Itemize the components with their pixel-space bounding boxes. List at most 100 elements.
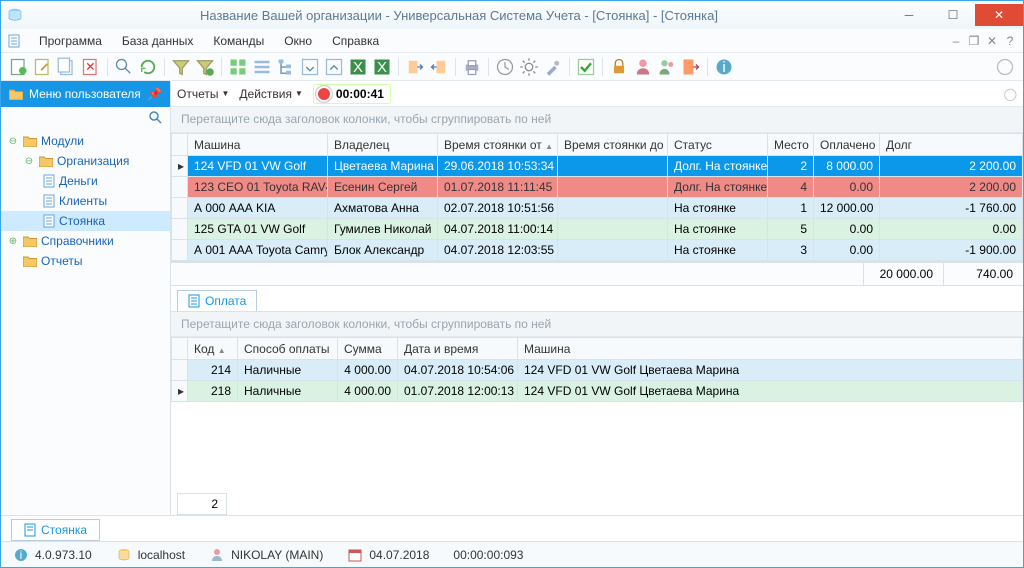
tree-reports[interactable]: ⊕Отчеты: [1, 251, 170, 271]
tool-grid[interactable]: [228, 57, 248, 77]
mdi-minimize-icon[interactable]: –: [949, 34, 963, 48]
menu-window[interactable]: Окно: [276, 32, 320, 50]
col-debt[interactable]: Долг: [880, 134, 1023, 156]
sub-reports[interactable]: Отчеты ▼: [177, 87, 229, 101]
status-bar: i4.0.973.10 localhost NIKOLAY (MAIN) 04.…: [1, 541, 1023, 567]
tool-excel2[interactable]: X: [372, 57, 392, 77]
table-row[interactable]: 123 CEO 01 Toyota RAV4Есенин Сергей01.07…: [172, 177, 1023, 198]
tree-modules[interactable]: ⊖Модули: [1, 131, 170, 151]
table-row[interactable]: 214Наличные4 000.0004.07.2018 10:54:0612…: [172, 360, 1023, 381]
pcol-method[interactable]: Способ оплаты: [238, 338, 338, 360]
tool-about[interactable]: i: [714, 57, 734, 77]
tool-search[interactable]: [114, 57, 134, 77]
col-place[interactable]: Место: [768, 134, 814, 156]
sub-timer[interactable]: 00:00:41: [313, 84, 391, 104]
status-user: NIKOLAY (MAIN): [209, 547, 323, 563]
pin-icon[interactable]: 📌: [147, 87, 162, 101]
tree-refs[interactable]: ⊕Справочники: [1, 231, 170, 251]
table-row[interactable]: А 001 ААА Toyota CamryБлок Александр04.0…: [172, 240, 1023, 261]
menu-icon[interactable]: [7, 33, 23, 49]
pcol-code[interactable]: Код ▲: [188, 338, 238, 360]
table-row[interactable]: 125 GTA 01 VW GolfГумилев Николай04.07.2…: [172, 219, 1023, 240]
menu-help[interactable]: Справка: [324, 32, 387, 50]
sub-actions[interactable]: Действия ▼: [239, 87, 303, 101]
menu-db[interactable]: База данных: [114, 32, 201, 50]
tool-import[interactable]: [405, 57, 425, 77]
main-toolbar: X X i: [1, 53, 1023, 81]
tree-org[interactable]: ⊖Организация: [1, 151, 170, 171]
group-hint-bottom[interactable]: Перетащите сюда заголовок колонки, чтобы…: [171, 311, 1023, 337]
svg-text:i: i: [20, 548, 23, 562]
sidebar-header: Меню пользователя 📌: [1, 81, 170, 107]
tool-expand[interactable]: [324, 57, 344, 77]
table-row[interactable]: А 000 ААА KIAАхматова Анна02.07.2018 10:…: [172, 198, 1023, 219]
close-button[interactable]: ✕: [975, 4, 1023, 26]
col-status[interactable]: Статус: [668, 134, 768, 156]
tool-list[interactable]: [252, 57, 272, 77]
tree-money[interactable]: Деньги: [1, 171, 170, 191]
window-title: Название Вашей организации - Универсальн…: [31, 8, 887, 23]
col-from[interactable]: Время стоянки от ▲: [438, 134, 558, 156]
table-row[interactable]: ▸124 VFD 01 VW GolfЦветаева Марина29.06.…: [172, 156, 1023, 177]
pcol-sum[interactable]: Сумма: [338, 338, 398, 360]
tool-edit[interactable]: [33, 57, 53, 77]
detail-tabs: Оплата: [171, 286, 1023, 311]
payment-grid[interactable]: Код ▲ Способ оплаты Сумма Дата и время М…: [171, 337, 1023, 402]
svg-text:X: X: [377, 59, 387, 76]
mdi-restore-icon[interactable]: ❐: [967, 34, 981, 48]
tool-tools[interactable]: [543, 57, 563, 77]
tool-lock[interactable]: [609, 57, 629, 77]
tool-refresh[interactable]: [138, 57, 158, 77]
tool-tree[interactable]: [276, 57, 296, 77]
tool-export[interactable]: [429, 57, 449, 77]
maximize-button[interactable]: ☐: [931, 4, 975, 26]
summary-row: 20 000.00 740.00: [171, 261, 1023, 286]
menu-commands[interactable]: Команды: [205, 32, 272, 50]
tool-copy[interactable]: [57, 57, 77, 77]
tool-help[interactable]: [995, 57, 1015, 77]
tree-clients[interactable]: Клиенты: [1, 191, 170, 211]
menu-bar: Программа База данных Команды Окно Справ…: [1, 29, 1023, 53]
table-row[interactable]: ▸218Наличные4 000.0001.07.2018 12:00:131…: [172, 381, 1023, 402]
record-icon: [316, 86, 332, 102]
col-to[interactable]: Время стоянки до: [558, 134, 668, 156]
pcol-car[interactable]: Машина: [518, 338, 1023, 360]
tree-parking[interactable]: Стоянка: [1, 211, 170, 231]
col-paid[interactable]: Оплачено: [814, 134, 880, 156]
svg-text:X: X: [353, 59, 363, 76]
status-time: 00:00:00:093: [453, 548, 523, 562]
minimize-button[interactable]: ─: [887, 4, 931, 26]
total-debt: 740.00: [943, 263, 1023, 285]
status-date: 04.07.2018: [347, 547, 429, 563]
help-icon[interactable]: ?: [1003, 34, 1017, 48]
col-owner[interactable]: Владелец: [328, 134, 438, 156]
tool-user[interactable]: [633, 57, 653, 77]
tool-users[interactable]: [657, 57, 677, 77]
tool-exit[interactable]: [681, 57, 701, 77]
status-host: localhost: [116, 547, 185, 563]
tool-check[interactable]: [576, 57, 596, 77]
folder-icon: [9, 88, 23, 100]
tool-excel[interactable]: X: [348, 57, 368, 77]
status-version: i4.0.973.10: [13, 547, 92, 563]
main-grid[interactable]: Машина Владелец Время стоянки от ▲ Время…: [171, 133, 1023, 261]
tool-delete[interactable]: [81, 57, 101, 77]
tool-gear[interactable]: [519, 57, 539, 77]
group-hint-top[interactable]: Перетащите сюда заголовок колонки, чтобы…: [171, 107, 1023, 133]
col-car[interactable]: Машина: [188, 134, 328, 156]
tool-filter[interactable]: [171, 57, 191, 77]
bottom-tab-parking[interactable]: Стоянка: [11, 519, 100, 541]
tool-print[interactable]: [462, 57, 482, 77]
tool-new[interactable]: [9, 57, 29, 77]
menu-program[interactable]: Программа: [31, 32, 110, 50]
sidebar-search[interactable]: [1, 107, 170, 129]
tab-payment[interactable]: Оплата: [177, 290, 257, 311]
sidebar: Меню пользователя 📌 ⊖Модули ⊖Организация…: [1, 81, 171, 515]
mdi-close-icon[interactable]: ✕: [985, 34, 999, 48]
tool-filter2[interactable]: [195, 57, 215, 77]
sub-help-icon[interactable]: ◯: [1004, 87, 1017, 101]
tool-clock[interactable]: [495, 57, 515, 77]
pcol-dt[interactable]: Дата и время: [398, 338, 518, 360]
tool-collapse[interactable]: [300, 57, 320, 77]
sidebar-tree: ⊖Модули ⊖Организация Деньги Клиенты Стоя…: [1, 129, 170, 273]
